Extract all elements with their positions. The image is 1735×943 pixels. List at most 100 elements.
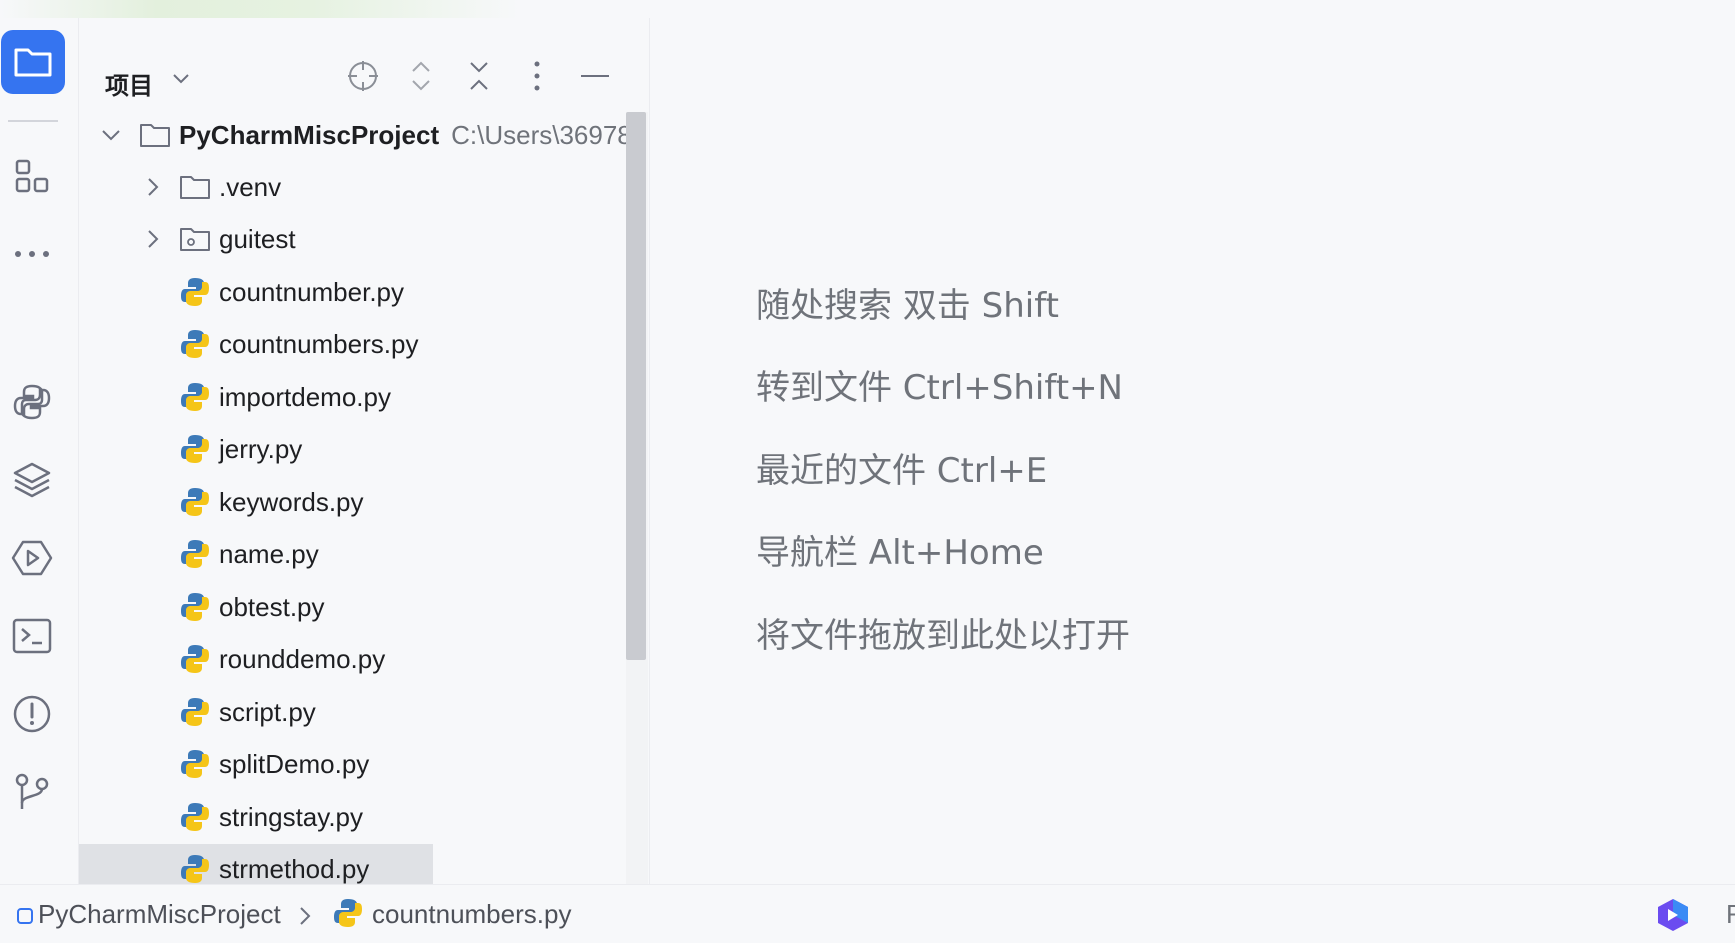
tree-file-row[interactable]: rounddemo.py	[79, 634, 627, 684]
tree-file-row[interactable]: countnumber.py	[79, 267, 627, 317]
tree-root-row[interactable]: PyCharmMiscProject C:\Users\36978\	[79, 110, 639, 160]
hint-search-everywhere: 随处搜索 双击 Shift	[756, 286, 1059, 326]
locate-icon	[348, 61, 378, 91]
structure-tool-button[interactable]	[0, 144, 64, 208]
project-panel-title[interactable]: 项目	[105, 66, 153, 101]
status-cut-text: F	[1726, 899, 1735, 929]
python-file-icon	[179, 643, 211, 675]
tree-file-row[interactable]: keywords.py	[79, 477, 627, 527]
problems-icon	[13, 695, 51, 733]
layers-icon	[13, 462, 51, 498]
more-options-icon	[534, 61, 540, 91]
tool-window-strip	[0, 18, 79, 884]
python-file-icon	[334, 899, 362, 927]
python-file-icon	[179, 328, 211, 360]
python-file-icon	[179, 801, 211, 833]
tree-file-row[interactable]: splitDemo.py	[79, 739, 627, 789]
tree-file-row[interactable]: obtest.py	[79, 582, 627, 632]
breadcrumb-project[interactable]: PyCharmMiscProject	[38, 899, 281, 930]
options-button[interactable]	[519, 58, 555, 94]
file-label: name.py	[219, 538, 319, 569]
python-packages-button[interactable]	[0, 448, 64, 512]
more-tools-button[interactable]	[0, 222, 64, 286]
file-label: countnumbers.py	[219, 328, 419, 359]
python-console-button[interactable]	[0, 370, 64, 434]
hint-recent-files: 最近的文件 Ctrl+E	[756, 451, 1048, 491]
folder-icon	[14, 48, 52, 77]
status-bar: PyCharmMiscProject countnumbers.py F	[0, 884, 1735, 943]
structure-icon	[15, 159, 49, 193]
project-small-icon	[17, 908, 33, 924]
file-label: obtest.py	[219, 591, 325, 622]
run-services-icon	[11, 540, 53, 576]
expand-collapse-icon	[412, 61, 430, 91]
tree-file-row[interactable]: countnumbers.py	[79, 319, 627, 369]
tree-folder-row[interactable]: .venv	[79, 162, 627, 212]
folder-icon	[139, 119, 171, 151]
top-glow	[0, 0, 520, 18]
project-panel: 项目 PyCharmMiscProject C:\Users\36978\ .v…	[79, 18, 650, 884]
git-branch-icon	[15, 773, 49, 809]
expand-all-button[interactable]	[403, 58, 439, 94]
python-file-icon	[179, 276, 211, 308]
locate-button[interactable]	[345, 58, 381, 94]
chevron-right-icon	[300, 907, 311, 925]
project-tool-button[interactable]	[1, 30, 65, 94]
file-label: splitDemo.py	[219, 748, 370, 779]
editor-empty-area[interactable]: 随处搜索 双击 Shift 转到文件 Ctrl+Shift+N 最近的文件 Ct…	[650, 18, 1735, 884]
folder-label: guitest	[219, 223, 296, 254]
window-top-strip	[0, 0, 1735, 19]
hint-drop-files: 将文件拖放到此处以打开	[756, 616, 1130, 656]
chevron-right-icon[interactable]	[141, 175, 165, 199]
terminal-button[interactable]	[0, 604, 64, 668]
file-label: strmethod.py	[219, 853, 370, 884]
collapse-all-button[interactable]	[461, 58, 497, 94]
more-horizontal-icon	[15, 251, 49, 257]
project-root-path: C:\Users\36978\	[451, 119, 639, 150]
file-label: rounddemo.py	[219, 643, 386, 674]
project-panel-header: 项目	[79, 18, 649, 108]
ai-assistant-icon[interactable]	[1654, 897, 1692, 933]
tree-file-row[interactable]: script.py	[79, 687, 627, 737]
package-folder-icon	[179, 223, 211, 255]
tree-file-row[interactable]: strmethod.py	[79, 844, 433, 884]
file-label: keywords.py	[219, 486, 364, 517]
tree-file-row[interactable]: jerry.py	[79, 424, 627, 474]
hint-goto-file: 转到文件 Ctrl+Shift+N	[756, 368, 1123, 408]
python-file-icon	[179, 433, 211, 465]
python-file-icon	[179, 381, 211, 413]
problems-button[interactable]	[0, 682, 64, 746]
tree-file-row[interactable]: importdemo.py	[79, 372, 627, 422]
file-label: script.py	[219, 696, 316, 727]
project-root-label: PyCharmMiscProject	[179, 119, 440, 150]
folder-label: .venv	[219, 171, 282, 202]
file-label: jerry.py	[219, 433, 303, 464]
python-file-icon	[179, 696, 211, 728]
collapse-all-icon	[470, 62, 488, 90]
python-file-icon	[179, 538, 211, 570]
hint-navigation-bar: 导航栏 Alt+Home	[756, 533, 1044, 573]
services-button[interactable]	[0, 526, 64, 590]
tree-file-row[interactable]: name.py	[79, 529, 627, 579]
minimize-icon	[581, 75, 609, 77]
version-control-button[interactable]	[0, 760, 64, 824]
tree-folder-row[interactable]: guitest	[79, 214, 627, 264]
python-icon	[13, 384, 51, 420]
file-label: importdemo.py	[219, 381, 391, 412]
python-file-icon	[179, 486, 211, 518]
tree-file-row[interactable]: stringstay.py	[79, 792, 627, 842]
python-file-icon	[179, 591, 211, 623]
breadcrumb-file[interactable]: countnumbers.py	[372, 899, 571, 930]
tree-scrollbar-thumb[interactable]	[626, 112, 646, 660]
file-label: countnumber.py	[219, 276, 405, 307]
chevron-down-icon[interactable]	[99, 123, 123, 147]
python-file-icon	[179, 748, 211, 780]
python-file-icon	[179, 853, 211, 884]
chevron-right-icon[interactable]	[141, 227, 165, 251]
hide-panel-button[interactable]	[577, 58, 613, 94]
strip-separator	[8, 120, 58, 122]
folder-icon	[179, 171, 211, 203]
file-label: stringstay.py	[219, 801, 364, 832]
chevron-down-icon[interactable]	[171, 72, 191, 86]
terminal-icon	[12, 618, 52, 654]
